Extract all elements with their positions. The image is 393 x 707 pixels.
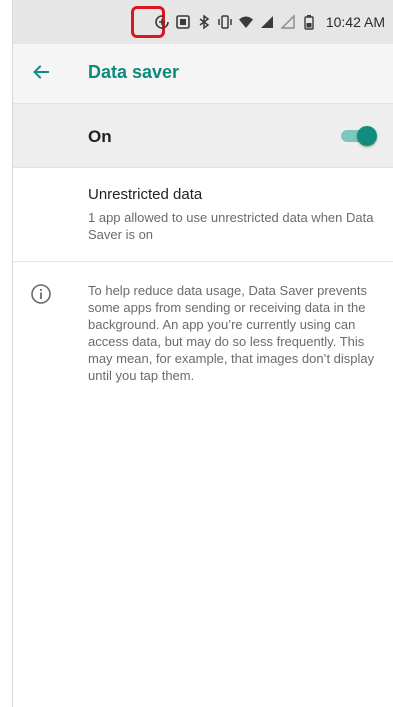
toggle-thumb — [357, 126, 377, 146]
info-icon — [30, 283, 52, 305]
status-bar: 10:42 AM — [13, 0, 393, 44]
status-time: 10:42 AM — [325, 14, 385, 30]
status-icons: 10:42 AM — [154, 0, 385, 44]
page-title: Data saver — [88, 62, 180, 82]
nfc-icon — [175, 14, 191, 30]
vibrate-icon — [217, 14, 233, 30]
data-saver-toggle[interactable] — [337, 126, 377, 146]
bluetooth-icon — [196, 14, 212, 30]
footer-info-text: To help reduce data usage, Data Saver pr… — [88, 283, 375, 383]
unrestricted-data-summary: 1 app allowed to use unrestricted data w… — [88, 210, 374, 242]
back-button[interactable] — [23, 56, 59, 92]
unrestricted-data-item[interactable]: Unrestricted data 1 app allowed to use u… — [13, 168, 393, 262]
app-bar: Data saver — [13, 44, 393, 104]
signal-icon — [259, 14, 275, 30]
data-saver-screen: 10:42 AM Data saver On Unrestricted data… — [12, 0, 393, 707]
wifi-icon — [238, 14, 254, 30]
battery-icon — [301, 14, 317, 30]
arrow-left-icon — [32, 63, 50, 86]
data-saver-icon — [154, 14, 170, 30]
unrestricted-data-title: Unrestricted data — [88, 186, 203, 203]
master-switch-row[interactable]: On — [13, 104, 393, 168]
switch-label: On — [88, 127, 112, 146]
signal-empty-icon — [280, 14, 296, 30]
